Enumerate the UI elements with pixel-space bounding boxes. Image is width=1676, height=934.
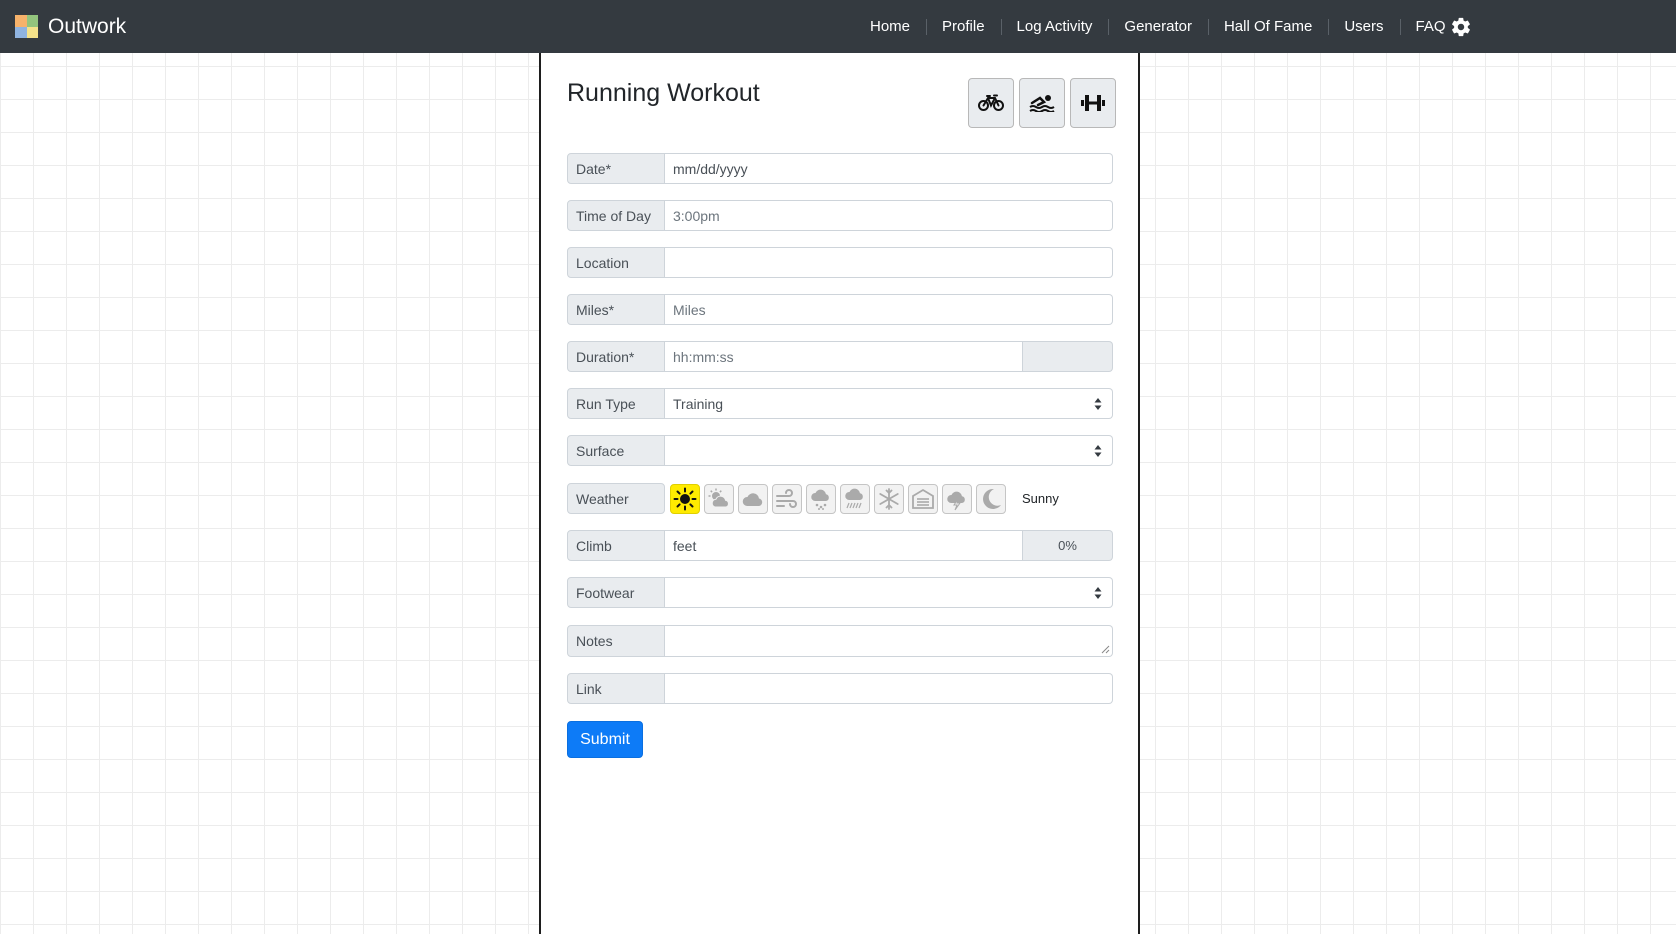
drizzle-icon — [845, 488, 863, 508]
weather-partly-cloudy-option[interactable] — [704, 483, 734, 514]
hot-icon — [947, 491, 965, 510]
bike-workout-button[interactable] — [968, 78, 1014, 128]
notes-textarea[interactable] — [665, 625, 1113, 657]
footwear-label: Footwear — [567, 577, 665, 608]
date-row: Date* mm/dd/yyyy — [567, 153, 1113, 184]
climb-input[interactable]: feet — [665, 530, 1023, 561]
location-label: Location — [567, 247, 665, 278]
surface-label: Surface — [567, 435, 665, 466]
nav-log-activity[interactable]: Log Activity — [1000, 18, 1109, 35]
weather-sunny-option[interactable] — [670, 483, 700, 514]
weather-drizzle-option[interactable] — [840, 483, 870, 514]
nav-profile[interactable]: Profile — [926, 18, 1001, 35]
duration-input[interactable]: hh:mm:ss — [665, 341, 1023, 372]
weather-cloudy-option[interactable] — [738, 483, 768, 514]
weather-row: Weather Sunny — [567, 483, 1059, 514]
nav-hall-of-fame[interactable]: Hall Of Fame — [1207, 18, 1328, 35]
weather-rain-option[interactable] — [806, 483, 836, 514]
workout-panel: Running Workout Date* mm/dd/yyyy Time of… — [539, 53, 1140, 934]
brand-name: Outwork — [48, 14, 127, 38]
nav-links: Home Profile Log Activity Generator Hall… — [854, 0, 1462, 53]
miles-input[interactable]: Miles — [665, 294, 1113, 325]
weather-indoor-option[interactable] — [908, 483, 938, 514]
select-caret-icon — [1094, 397, 1102, 410]
run-type-value: Training — [673, 395, 724, 412]
snowflake-icon — [879, 487, 899, 510]
miles-placeholder: Miles — [673, 301, 706, 318]
activity-switcher — [968, 78, 1116, 128]
climb-label: Climb — [567, 530, 665, 561]
miles-row: Miles* Miles — [567, 294, 1113, 325]
rain-icon — [811, 489, 829, 510]
resize-handle-icon[interactable] — [1101, 645, 1110, 654]
wind-icon — [776, 488, 797, 508]
weights-workout-button[interactable] — [1070, 78, 1116, 128]
partly-cloudy-icon — [708, 488, 729, 507]
swim-icon — [1029, 95, 1055, 112]
climb-placeholder: feet — [673, 537, 697, 554]
duration-label: Duration* — [567, 341, 665, 372]
duration-placeholder: hh:mm:ss — [673, 348, 734, 365]
notes-label: Notes — [567, 625, 665, 657]
nav-generator[interactable]: Generator — [1108, 18, 1208, 35]
weather-windy-option[interactable] — [772, 483, 802, 514]
climb-grade-addon: 0% — [1023, 530, 1113, 561]
link-input[interactable] — [665, 673, 1113, 704]
link-label: Link — [567, 673, 665, 704]
garage-icon — [912, 488, 934, 509]
weather-night-option[interactable] — [976, 483, 1006, 514]
top-navbar: Outwork Home Profile Log Activity Genera… — [0, 0, 1676, 53]
bike-icon — [978, 94, 1004, 111]
brand[interactable]: Outwork — [15, 15, 126, 39]
select-caret-icon — [1094, 444, 1102, 457]
brand-logo-icon — [15, 15, 38, 38]
location-row: Location — [567, 247, 1113, 278]
surface-select[interactable] — [665, 435, 1113, 466]
climb-row: Climb feet 0% — [567, 530, 1113, 561]
sun-icon — [673, 487, 697, 510]
miles-label: Miles* — [567, 294, 665, 325]
nav-home[interactable]: Home — [854, 18, 926, 35]
time-of-day-row: Time of Day 3:00pm — [567, 200, 1113, 231]
run-type-label: Run Type — [567, 388, 665, 419]
gear-icon[interactable] — [1450, 16, 1472, 38]
run-type-row: Run Type Training — [567, 388, 1113, 419]
weather-picker: Sunny — [670, 483, 1059, 514]
date-placeholder: mm/dd/yyyy — [673, 160, 748, 177]
select-caret-icon — [1094, 586, 1102, 599]
time-of-day-label: Time of Day — [567, 200, 665, 231]
weather-label: Weather — [567, 483, 665, 514]
run-type-select[interactable]: Training — [665, 388, 1113, 419]
cloud-icon — [742, 492, 763, 506]
footwear-select[interactable] — [665, 577, 1113, 608]
location-input[interactable] — [665, 247, 1113, 278]
moon-icon — [983, 488, 1001, 509]
duration-row: Duration* hh:mm:ss — [567, 341, 1113, 372]
nav-users[interactable]: Users — [1328, 18, 1399, 35]
pace-addon — [1023, 341, 1113, 372]
date-input[interactable]: mm/dd/yyyy — [665, 153, 1113, 184]
notes-row: Notes — [567, 625, 1113, 657]
submit-button[interactable]: Submit — [567, 721, 643, 758]
weather-snow-option[interactable] — [874, 483, 904, 514]
time-of-day-placeholder: 3:00pm — [673, 207, 720, 224]
weather-selected-label: Sunny — [1022, 491, 1059, 506]
surface-row: Surface — [567, 435, 1113, 466]
page-title: Running Workout — [567, 79, 760, 107]
date-label: Date* — [567, 153, 665, 184]
swim-workout-button[interactable] — [1019, 78, 1065, 128]
link-row: Link — [567, 673, 1113, 704]
time-of-day-input[interactable]: 3:00pm — [665, 200, 1113, 231]
weights-icon — [1081, 95, 1105, 111]
footwear-row: Footwear — [567, 577, 1113, 608]
weather-hot-option[interactable] — [942, 483, 972, 514]
